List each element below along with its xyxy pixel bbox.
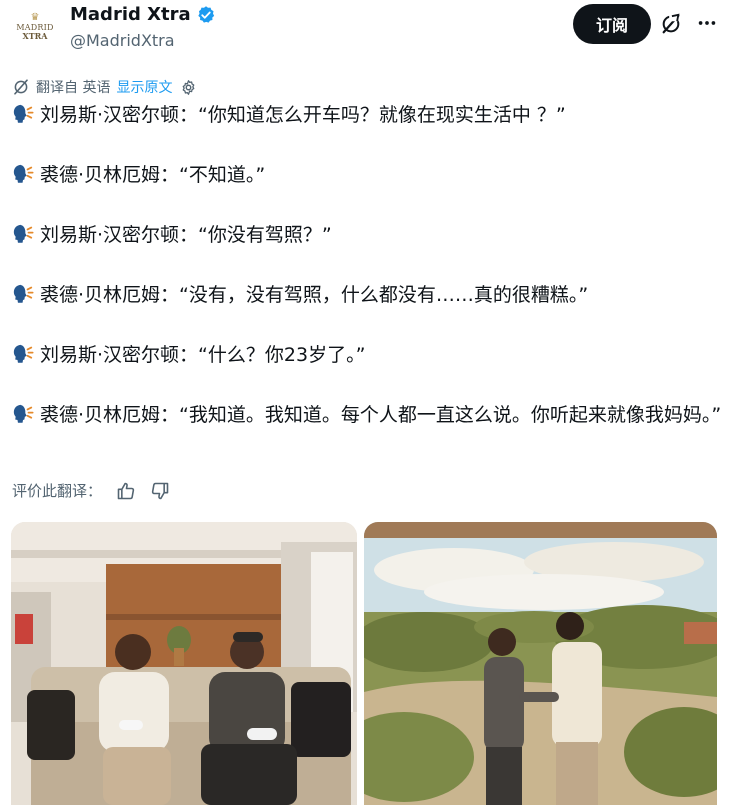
thumbs-up-icon[interactable] (116, 481, 136, 501)
rate-translation-label: 评价此翻译： (12, 482, 103, 500)
author-name-row: Madrid Xtra (70, 4, 216, 25)
speaker-name: 裘德·贝林厄姆： (40, 404, 180, 426)
show-original-link[interactable]: 显示原文 (116, 77, 172, 97)
media-photo-living-room[interactable] (11, 522, 357, 805)
speaking-head-icon (13, 224, 34, 243)
grok-translate-icon (14, 79, 28, 95)
speaker-name: 裘德·贝林厄姆： (40, 284, 180, 306)
media-photo-terrace[interactable] (364, 522, 717, 805)
crown-icon: ♛ (30, 12, 40, 23)
terrace-image (364, 522, 717, 805)
tweet-text: 刘易斯·汉密尔顿：“你知道怎么开车吗？就像在现实生活中 ？” 裘德·贝林厄姆：“… (12, 100, 727, 430)
verified-badge-icon (197, 5, 214, 23)
rate-translation-row: 评价此翻译： (12, 480, 170, 501)
speaking-head-icon (13, 284, 34, 303)
quote-text: “我知道。我知道。每个人都一直这么说。你听起来就像我妈妈。” (179, 404, 722, 426)
quote-text: “不知道。” (179, 164, 266, 186)
subscribe-button[interactable]: 订阅 (573, 4, 651, 44)
author-avatar[interactable]: ♛ MADRID XTRA (14, 6, 56, 48)
dialogue-line: 刘易斯·汉密尔顿：“你没有驾照？” (12, 220, 727, 250)
speaker-name: 刘易斯·汉密尔顿： (40, 344, 199, 366)
author-display-name[interactable]: Madrid Xtra (70, 4, 191, 25)
quote-text: “没有，没有驾照，什么都没有……真的很糟糕。” (179, 284, 589, 306)
speaking-head-icon (13, 164, 34, 183)
dialogue-line: 刘易斯·汉密尔顿：“你知道怎么开车吗？就像在现实生活中 ？” (12, 100, 727, 130)
quote-text: “你没有驾照？” (198, 224, 332, 246)
dialogue-line: 裘德·贝林厄姆：“不知道。” (12, 160, 727, 190)
translation-bar: 翻译自 英语 显示原文 (12, 77, 197, 97)
more-icon[interactable] (696, 12, 718, 34)
speaker-name: 刘易斯·汉密尔顿： (40, 224, 199, 246)
living-room-image (11, 522, 357, 805)
author-handle[interactable]: @MadridXtra (70, 31, 175, 50)
speaker-name: 裘德·贝林厄姆： (40, 164, 180, 186)
gear-icon[interactable] (180, 79, 197, 96)
dialogue-line: 刘易斯·汉密尔顿：“什么？你23岁了。” (12, 340, 727, 370)
dialogue-line: 裘德·贝林厄姆：“我知道。我知道。每个人都一直这么说。你听起来就像我妈妈。” (12, 400, 727, 430)
quote-text: “你知道怎么开车吗？就像在现实生活中 ？” (198, 104, 566, 126)
quote-text: “什么？你23岁了。” (198, 344, 366, 366)
grok-icon[interactable] (660, 13, 682, 35)
speaking-head-icon (13, 344, 34, 363)
avatar-text-bottom: XTRA (22, 31, 48, 41)
thumbs-down-icon[interactable] (150, 481, 170, 501)
speaking-head-icon (13, 104, 34, 123)
translated-from-label: 翻译自 英语 (36, 80, 111, 96)
speaking-head-icon (13, 404, 34, 423)
speaker-name: 刘易斯·汉密尔顿： (40, 104, 199, 126)
dialogue-line: 裘德·贝林厄姆：“没有，没有驾照，什么都没有……真的很糟糕。” (12, 280, 727, 310)
